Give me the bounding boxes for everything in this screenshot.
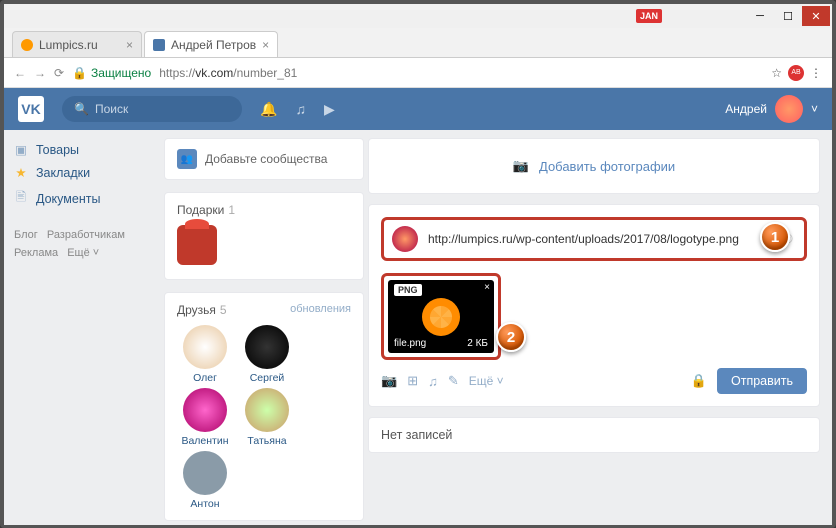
avatar — [183, 388, 227, 432]
tab-title: Андрей Петров — [171, 38, 256, 52]
lock-icon: 🔒 — [72, 66, 87, 80]
friends-card: Друзья5обновления Олег Сергей Валентин Т… — [164, 292, 364, 521]
attachment-filename: file.png — [394, 338, 426, 349]
menu-icon[interactable]: ⋮ — [810, 66, 822, 80]
address-bar: ← → ⟳ 🔒 Защищено https://vk.com/number_8… — [4, 58, 832, 88]
document-icon: 🖹 — [14, 188, 28, 209]
updates-link[interactable]: обновления — [290, 303, 351, 315]
footer-link[interactable]: Ещё ˅ — [67, 247, 99, 259]
window-close-button[interactable]: ✕ — [802, 6, 830, 26]
avatar — [245, 388, 289, 432]
favicon-icon — [153, 39, 165, 51]
footer-link[interactable]: Блог — [14, 229, 38, 241]
browser-tab-strip: Lumpics.ru × Андрей Петров × — [4, 28, 832, 58]
adblock-icon[interactable]: AB — [788, 65, 804, 81]
goods-icon: ▣ — [14, 142, 28, 157]
window-minimize-button[interactable]: ─ — [746, 6, 774, 26]
people-icon: 👥 — [177, 149, 197, 169]
vk-search[interactable]: 🔍 Поиск — [62, 96, 242, 122]
callout-2: 2 — [496, 322, 526, 352]
friend-item[interactable]: Валентин — [177, 388, 233, 447]
sidebar-item-documents[interactable]: 🖹Документы — [14, 184, 154, 213]
star-icon: ★ — [14, 165, 28, 180]
sidebar-item-bookmarks[interactable]: ★Закладки — [14, 161, 154, 184]
search-icon: 🔍 — [74, 102, 89, 116]
chevron-down-icon: ˅ — [811, 102, 818, 116]
search-placeholder: Поиск — [95, 102, 128, 116]
attachment-preview[interactable]: PNG × file.png 2 КБ — [388, 280, 494, 353]
empty-feed-card: Нет записей — [368, 417, 820, 453]
attach-photo-icon[interactable]: 📷 — [381, 373, 397, 389]
sidebar-item-goods[interactable]: ▣Товары — [14, 138, 154, 161]
avatar — [183, 451, 227, 495]
avatar — [183, 325, 227, 369]
filetype-badge: PNG — [394, 284, 422, 296]
vk-logo[interactable]: VK — [18, 96, 44, 122]
friend-item[interactable]: Сергей — [239, 325, 295, 384]
bell-icon[interactable]: 🔔 — [260, 101, 277, 118]
attach-video-icon[interactable]: ⊞ — [407, 373, 418, 389]
tab-close-icon[interactable]: × — [262, 38, 269, 52]
url-display[interactable]: https://vk.com/number_81 — [159, 66, 297, 80]
window-titlebar: JAN ─ ☐ ✕ — [4, 4, 832, 28]
secure-indicator: 🔒 Защищено — [72, 66, 151, 80]
video-icon[interactable]: ▶ — [324, 101, 335, 118]
tab-title: Lumpics.ru — [39, 38, 98, 52]
attachment-highlight: PNG × file.png 2 КБ — [381, 273, 501, 360]
nav-reload-icon[interactable]: ⟳ — [54, 66, 64, 80]
browser-tab-vk[interactable]: Андрей Петров × — [144, 31, 278, 57]
favicon-icon — [21, 39, 33, 51]
avatar — [245, 325, 289, 369]
attach-note-icon[interactable]: ✎ — [448, 373, 459, 389]
vk-header: VK 🔍 Поиск 🔔 ♫ ▶ Андрей ˅ — [4, 88, 832, 130]
add-photos-card[interactable]: 📷 Добавить фотографии — [368, 138, 820, 194]
footer-link[interactable]: Разработчикам — [47, 229, 125, 241]
post-composer: ☺ PNG × file.png 2 КБ 📷 ⊞ — [368, 204, 820, 407]
avatar — [775, 95, 803, 123]
remove-attachment-icon[interactable]: × — [484, 282, 490, 293]
send-button[interactable]: Отправить — [717, 368, 807, 394]
attach-more-link[interactable]: Ещё ˅ — [469, 374, 504, 388]
attach-music-icon[interactable]: ♫ — [428, 374, 438, 389]
browser-tab-lumpics[interactable]: Lumpics.ru × — [12, 31, 142, 57]
sidebar: ▣Товары ★Закладки 🖹Документы Блог Разраб… — [4, 130, 164, 525]
footer-link[interactable]: Реклама — [14, 247, 58, 259]
camera-icon: 📷 — [513, 158, 529, 174]
nav-forward-icon[interactable]: → — [34, 66, 46, 80]
user-name: Андрей — [725, 102, 767, 116]
sidebar-footer: Блог Разработчикам Реклама Ещё ˅ — [14, 227, 154, 262]
callout-1: 1 — [760, 222, 790, 252]
attachment-thumbnail — [422, 298, 460, 336]
friend-item[interactable]: Татьяна — [239, 388, 295, 447]
star-icon[interactable]: ☆ — [771, 66, 782, 80]
nav-back-icon[interactable]: ← — [14, 66, 26, 80]
extension-badge: JAN — [636, 9, 662, 23]
gift-icon — [177, 225, 217, 265]
gifts-card[interactable]: Подарки1 — [164, 192, 364, 280]
privacy-icon[interactable]: 🔒 — [691, 373, 707, 389]
post-url-input[interactable] — [426, 230, 772, 248]
post-input-highlight: ☺ — [381, 217, 807, 261]
tab-close-icon[interactable]: × — [126, 38, 133, 52]
music-icon[interactable]: ♫ — [295, 101, 306, 118]
vk-user-menu[interactable]: Андрей ˅ — [725, 95, 818, 123]
friend-item[interactable]: Олег — [177, 325, 233, 384]
friend-item[interactable]: Антон — [177, 451, 233, 510]
add-communities-card[interactable]: 👥 Добавьте сообщества — [164, 138, 364, 180]
attachment-size: 2 КБ — [467, 338, 488, 349]
window-maximize-button[interactable]: ☐ — [774, 6, 802, 26]
avatar — [392, 226, 418, 252]
